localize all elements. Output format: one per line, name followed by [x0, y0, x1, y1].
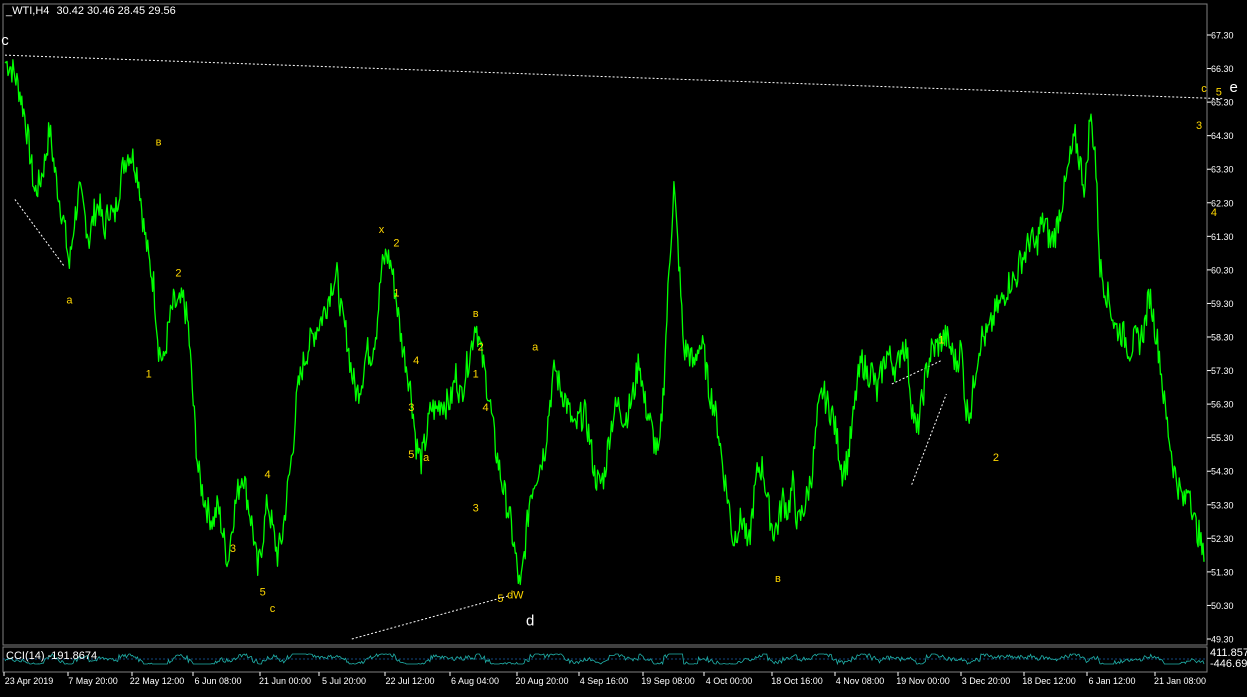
x-tick-label: 22 May 12:00 — [130, 676, 185, 686]
x-tick-label: 22 Jul 12:00 — [385, 676, 434, 686]
x-tick-label: 21 Jan 08:00 — [1154, 676, 1206, 686]
wave-label: 3 — [408, 402, 414, 414]
y-tick-label: 65.30 — [1211, 98, 1234, 108]
wave-label: 1 — [393, 288, 399, 300]
symbol-label: _WTI,H4 — [5, 5, 49, 17]
wave-label: 5 — [497, 593, 503, 605]
chart-background — [0, 0, 1247, 692]
x-tick-label: 6 Jan 12:00 — [1088, 676, 1135, 686]
x-tick-label: 5 Jul 20:00 — [322, 676, 366, 686]
wave-label: a — [66, 294, 73, 306]
x-tick-label: 19 Sep 08:00 — [641, 676, 695, 686]
x-tick-label: 20 Aug 20:00 — [515, 676, 568, 686]
y-tick-label: 53.30 — [1211, 500, 1234, 510]
cci-label: CCI(14) -191.8674 — [6, 650, 97, 662]
wave-label: c — [270, 603, 276, 615]
x-tick-label: 19 Nov 00:00 — [896, 676, 950, 686]
wave-label: a — [532, 341, 539, 353]
x-tick-label: 4 Oct 00:00 — [706, 676, 753, 686]
wave-label: 5 — [260, 586, 266, 598]
x-tick-label: 6 Jun 08:00 — [194, 676, 241, 686]
x-tick-label: 18 Dec 12:00 — [1022, 676, 1076, 686]
y-tick-label: 51.30 — [1211, 567, 1234, 577]
price-chart[interactable]: c a в 2 1 4 3 5 c x 2 1 4 3 5 a в 2 1 4 3 a 5 dW d в 1 2 c 5 e 3 4 67.30… — [0, 0, 1247, 692]
x-tick-label: 7 May 20:00 — [68, 676, 118, 686]
cci-scale-bottom: -446.698 — [1210, 658, 1247, 670]
y-tick-label: 64.30 — [1211, 131, 1234, 141]
y-tick-label: 57.30 — [1211, 366, 1234, 376]
wave-label: 5 — [408, 449, 414, 461]
wave-label: в — [473, 308, 479, 320]
wave-label: e — [1230, 79, 1238, 96]
chart-header: _WTI,H4 30.42 30.46 28.45 29.56 — [5, 5, 176, 17]
wave-label: d — [526, 613, 534, 630]
wave-label: 4 — [413, 355, 419, 367]
x-tick-label: 4 Sep 16:00 — [580, 676, 629, 686]
y-tick-label: 55.30 — [1211, 433, 1234, 443]
wave-label: 2 — [393, 237, 399, 249]
x-tick-label: 18 Oct 16:00 — [771, 676, 823, 686]
ohlc-label: 30.42 30.46 28.45 29.56 — [56, 5, 175, 17]
x-tick-label: 21 Jun 00:00 — [259, 676, 311, 686]
y-tick-label: 60.30 — [1211, 265, 1234, 275]
y-tick-label: 62.30 — [1211, 198, 1234, 208]
wave-label: c — [1, 32, 9, 49]
x-tick-label: 23 Apr 2019 — [5, 676, 54, 686]
x-tick-label: 4 Nov 08:00 — [836, 676, 885, 686]
wave-label: 2 — [478, 341, 484, 353]
y-tick-label: 58.30 — [1211, 333, 1234, 343]
x-tick-label: 3 Dec 20:00 — [962, 676, 1011, 686]
x-tick-label: 6 Aug 04:00 — [451, 676, 499, 686]
wave-label: 1 — [146, 368, 152, 380]
wave-label: 1 — [473, 368, 479, 380]
wave-label: dW — [507, 590, 524, 602]
wave-label: x — [379, 224, 385, 236]
chart-canvas[interactable]: caв21435cx21435 aв2143a5 dWdв12c 5 e34 67.30… — [0, 0, 1247, 692]
wave-label: 2 — [993, 452, 999, 464]
y-tick-label: 67.30 — [1211, 31, 1234, 41]
wave-label: в — [156, 137, 162, 149]
wave-label: 4 — [1211, 207, 1217, 219]
y-tick-label: 61.30 — [1211, 232, 1234, 242]
wave-label: 1 — [938, 335, 944, 347]
wave-label: a — [423, 452, 430, 464]
wave-label: 5 — [1216, 86, 1222, 98]
wave-label: 3 — [473, 502, 479, 514]
wave-label: c — [1201, 83, 1207, 95]
y-tick-label: 63.30 — [1211, 165, 1234, 175]
y-tick-label: 52.30 — [1211, 534, 1234, 544]
y-tick-label: 54.30 — [1211, 467, 1234, 477]
y-tick-label: 59.30 — [1211, 299, 1234, 309]
wave-label: в — [775, 573, 781, 585]
wave-label: 2 — [175, 268, 181, 280]
wave-label: 4 — [265, 469, 271, 481]
y-tick-label: 50.30 — [1211, 601, 1234, 611]
wave-label: 4 — [483, 402, 489, 414]
y-tick-label: 66.30 — [1211, 64, 1234, 74]
y-tick-label: 49.30 — [1211, 635, 1234, 645]
y-tick-label: 56.30 — [1211, 400, 1234, 410]
wave-label: 3 — [1196, 120, 1202, 132]
wave-label: 3 — [230, 543, 236, 555]
